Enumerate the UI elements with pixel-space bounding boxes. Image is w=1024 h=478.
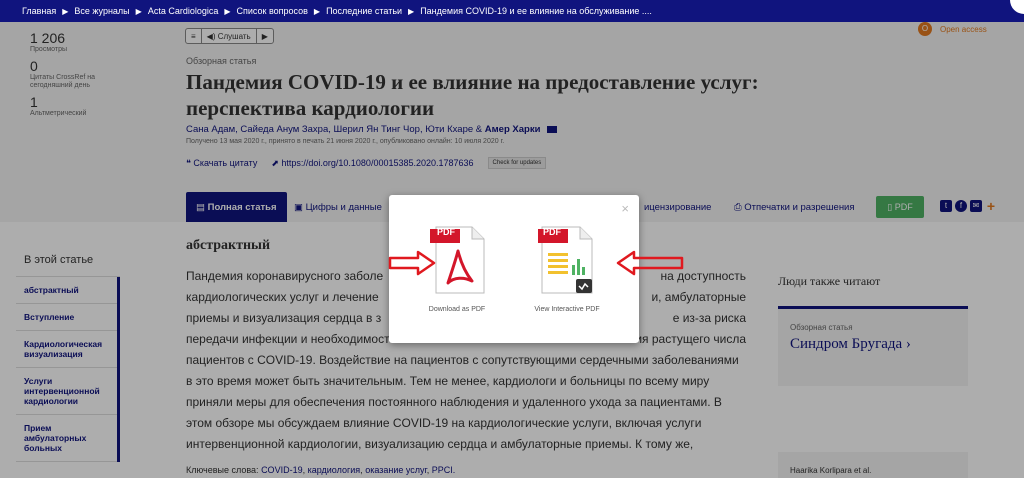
breadcrumb-separator-icon: ▶ bbox=[408, 6, 415, 16]
breadcrumb-home[interactable]: Главная bbox=[22, 6, 56, 16]
breadcrumb-latest[interactable]: Последние статьи bbox=[326, 6, 402, 16]
breadcrumb-separator-icon: ▶ bbox=[62, 6, 69, 16]
corner-decoration bbox=[1010, 0, 1024, 14]
breadcrumb: Главная ▶ Все журналы ▶ Acta Cardiologica ▶… bbox=[0, 0, 1024, 22]
pdf-badge: PDF bbox=[543, 227, 561, 237]
breadcrumb-separator-icon: ▶ bbox=[135, 6, 142, 16]
interactive-pdf-label: View Interactive PDF bbox=[534, 306, 600, 313]
pdf-badge: PDF bbox=[437, 227, 455, 237]
download-pdf-label: Download as PDF bbox=[428, 306, 486, 313]
breadcrumb-separator-icon: ▶ bbox=[224, 6, 231, 16]
breadcrumb-all-journals[interactable]: Все журналы bbox=[74, 6, 129, 16]
breadcrumb-issues[interactable]: Список вопросов bbox=[237, 6, 308, 16]
interactive-pdf-option[interactable]: PDF View Interactive PDF bbox=[527, 223, 607, 313]
arrow-left-icon bbox=[616, 250, 684, 276]
close-icon[interactable]: × bbox=[621, 201, 629, 216]
breadcrumb-current: Пандемия COVID-19 и ее влияние на обслуж… bbox=[420, 6, 652, 16]
breadcrumb-journal[interactable]: Acta Cardiologica bbox=[148, 6, 219, 16]
arrow-right-icon bbox=[388, 250, 436, 276]
breadcrumb-separator-icon: ▶ bbox=[313, 6, 321, 16]
